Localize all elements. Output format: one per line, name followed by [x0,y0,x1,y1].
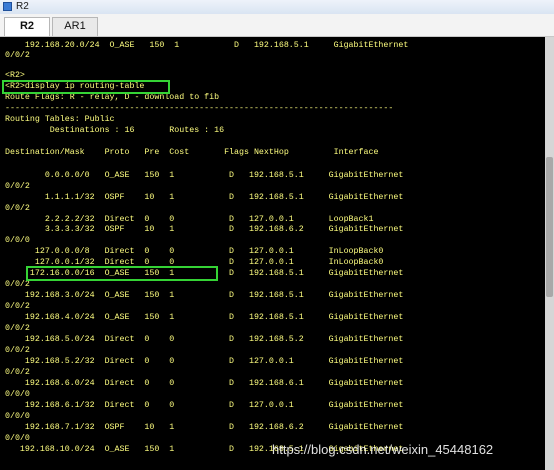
terminal-line: 0.0.0.0/0 O_ASE 150 1 D 192.168.5.1 Giga… [5,171,404,180]
vertical-scrollbar[interactable] [545,37,554,470]
terminal-line: Destination/Mask Proto Pre Cost Flags Ne… [5,148,379,157]
terminal-line: 3.3.3.3/32 OSPF 10 1 D 192.168.6.2 Gigab… [5,225,404,234]
session-tab-bar: R2 AR1 [0,14,554,37]
terminal-line: 0/0/0 [5,390,30,399]
terminal-line: 192.168.5.0/24 Direct 0 0 D 192.168.5.2 … [5,335,404,344]
tab-r2[interactable]: R2 [4,17,50,36]
terminal-line: 0/0/2 [5,182,30,191]
terminal-line: 192.168.20.0/24 O_ASE 150 1 D 192.168.5.… [5,41,409,50]
terminal-line: Route Flags: R - relay, D - download to … [5,93,220,102]
terminal-line: 192.168.5.2/32 Direct 0 0 D 127.0.0.1 Gi… [5,357,404,366]
terminal-line: 0/0/2 [5,51,30,60]
terminal-line: 192.168.6.1/32 Direct 0 0 D 127.0.0.1 Gi… [5,401,404,410]
command-highlight-box [2,80,170,94]
watermark-url: https://blog.csdn.net/weixin_45448162 [272,442,494,457]
terminal-line: 0/0/2 [5,204,30,213]
terminal-output[interactable]: 192.168.20.0/24 O_ASE 150 1 D 192.168.5.… [0,37,554,470]
terminal-line: 192.168.3.0/24 O_ASE 150 1 D 192.168.5.1… [5,291,404,300]
terminal-line: 1.1.1.1/32 OSPF 10 1 D 192.168.5.1 Gigab… [5,193,404,202]
terminal-line: 192.168.7.1/32 OSPF 10 1 D 192.168.6.2 G… [5,423,404,432]
tab-ar1[interactable]: AR1 [52,17,98,36]
terminal-line: 0/0/2 [5,324,30,333]
terminal-line: 0/0/2 [5,368,30,377]
terminal-line: Routing Tables: Public [5,115,115,124]
window-title: R2 [16,1,29,12]
scrollbar-thumb[interactable] [546,157,553,297]
route-highlight-box [26,266,218,281]
terminal-line: Destinations : 16 Routes : 16 [5,126,225,135]
window-titlebar: R2 [0,0,554,15]
terminal-line: 0/0/0 [5,236,30,245]
terminal-line: 192.168.4.0/24 O_ASE 150 1 D 192.168.5.1… [5,313,404,322]
terminal-line: 0/0/2 [5,346,30,355]
terminal-line: 192.168.6.0/24 Direct 0 0 D 192.168.6.1 … [5,379,404,388]
terminal-line: 127.0.0.0/8 Direct 0 0 D 127.0.0.1 InLoo… [5,247,384,256]
terminal-line: 0/0/0 [5,434,30,443]
terminal-line: 0/0/0 [5,412,30,421]
terminal-line: ----------------------------------------… [5,104,394,113]
terminal-line: 0/0/2 [5,302,30,311]
terminal-line: 2.2.2.2/32 Direct 0 0 D 127.0.0.1 LoopBa… [5,215,374,224]
app-icon [3,2,12,11]
terminal-line: 0/0/2 [5,280,30,289]
